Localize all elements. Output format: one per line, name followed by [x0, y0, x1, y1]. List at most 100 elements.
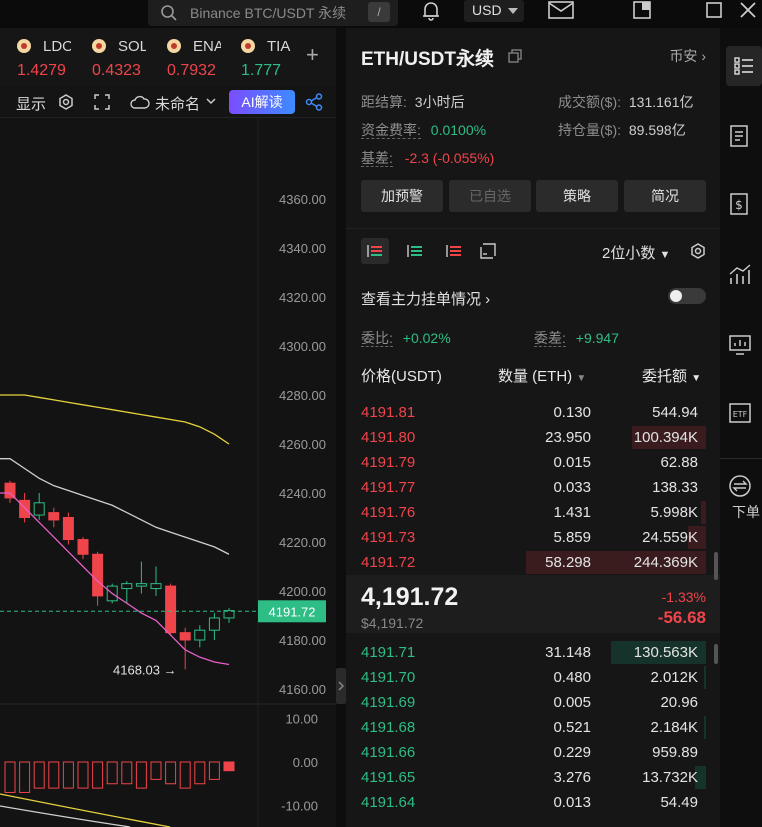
bid-qty: 0.013 — [553, 794, 591, 811]
ask-qty: 58.298 — [545, 554, 591, 571]
macd-bar — [106, 761, 118, 785]
bid-row[interactable]: 4191.69 0.005 20.96 — [346, 690, 706, 715]
view-both-button[interactable] — [361, 238, 389, 264]
low-price-annotation: 4168.03 → — [113, 662, 177, 677]
bid-row[interactable]: 4191.71 31.148 130.563K — [346, 640, 706, 665]
ask-total: 244.369K — [633, 554, 698, 571]
ask-row[interactable]: 4191.79 0.015 62.88 — [346, 450, 706, 475]
currency-value: USD — [472, 2, 502, 18]
macd-bar — [223, 761, 235, 772]
chevron-down-icon[interactable] — [206, 98, 216, 105]
funding-label[interactable]: 资金费率: — [361, 122, 421, 139]
ratio-value: +0.02% — [402, 330, 451, 346]
ask-row[interactable]: 4191.73 5.859 24.559K — [346, 525, 706, 550]
bid-row[interactable]: 4191.68 0.521 2.184K — [346, 715, 706, 740]
trend-chart-icon[interactable] — [728, 262, 752, 286]
layout-name[interactable]: 未命名 — [155, 93, 200, 114]
settings-icon[interactable] — [690, 243, 706, 259]
ask-row[interactable]: 4191.72 58.298 244.369K — [346, 550, 706, 575]
orderbook-bids-icon[interactable] — [407, 243, 423, 259]
svg-text:$: $ — [735, 198, 743, 212]
monitor-chart-icon[interactable] — [728, 334, 752, 356]
basis-value: -2.3 (-0.055%) — [404, 150, 495, 166]
bid-qty: 0.229 — [553, 744, 591, 761]
trades-icon[interactable] — [480, 243, 496, 259]
close-icon[interactable] — [740, 2, 756, 18]
depth-bar — [704, 716, 706, 739]
col-qty-header[interactable]: 数量 (ETH) ▼ — [498, 365, 586, 386]
col-total-header[interactable]: 委托额 ▼ — [642, 365, 701, 386]
main-orders-toggle[interactable] — [668, 288, 706, 304]
diff-label[interactable]: 委差: — [534, 330, 566, 347]
funding-info: 资金费率: 0.0100% — [361, 120, 486, 140]
bid-total: 20.96 — [660, 694, 698, 711]
place-order-label[interactable]: 下单 — [732, 502, 760, 522]
search-placeholder: Binance BTC/USDT 永续 — [190, 5, 347, 21]
overview-button[interactable]: 简况 — [624, 180, 706, 212]
bid-row[interactable]: 4191.64 0.013 54.49 — [346, 790, 706, 815]
maximize-icon[interactable] — [706, 2, 722, 18]
popout-icon[interactable] — [632, 0, 652, 20]
diff-info: 委差: +9.947 — [534, 328, 619, 348]
ratio-label[interactable]: 委比: — [361, 330, 393, 347]
collapse-handle[interactable] — [336, 668, 346, 704]
exchange-name: 币安 — [669, 48, 698, 64]
bid-row[interactable]: 4191.70 0.480 2.012K — [346, 665, 706, 690]
macd-bar — [179, 761, 191, 789]
add-alert-button[interactable]: 加预警 — [361, 180, 443, 212]
ask-row[interactable]: 4191.76 1.431 5.998K — [346, 500, 706, 525]
decimals-value: 2位小数 — [602, 245, 656, 262]
col-qty-label: 数量 (ETH) — [498, 368, 573, 385]
favorited-button[interactable]: 已自选 — [449, 180, 531, 212]
sidebar-item-orderbook[interactable] — [726, 46, 762, 86]
volume-info: 成交额($): 131.161亿 — [558, 92, 694, 112]
chart-canvas[interactable]: 4360.00 4340.00 4320.00 4300.00 4280.00 4260.… — [0, 118, 340, 827]
fullscreen-icon[interactable] — [94, 94, 110, 110]
copy-icon[interactable] — [508, 49, 522, 63]
ask-qty: 1.431 — [553, 504, 591, 521]
ask-row[interactable]: 4191.80 23.950 100.394K — [346, 425, 706, 450]
ask-price: 4191.73 — [361, 529, 416, 546]
price-chart[interactable]: 4360.00 4340.00 4320.00 4300.00 4280.00 4260.… — [0, 118, 340, 827]
strategy-button[interactable]: 策略 — [536, 180, 618, 212]
document-icon[interactable] — [728, 124, 750, 148]
bid-total: 54.49 — [660, 794, 698, 811]
ask-qty: 5.859 — [553, 529, 591, 546]
bid-row[interactable]: 4191.66 0.229 959.89 — [346, 740, 706, 765]
bid-total: 130.563K — [633, 644, 698, 661]
cloud-icon[interactable] — [130, 95, 150, 109]
basis-label[interactable]: 基差: — [361, 150, 393, 167]
display-button[interactable]: 显示 — [16, 93, 46, 114]
search-input[interactable]: Binance BTC/USDT 永续 / — [148, 0, 398, 26]
bell-icon[interactable] — [420, 0, 442, 22]
currency-select[interactable]: USD — [464, 0, 524, 22]
ai-analysis-button[interactable]: AI解读 — [229, 90, 295, 114]
swap-icon[interactable] — [728, 474, 752, 498]
add-ticker-button[interactable]: + — [306, 42, 319, 68]
bid-row[interactable]: 4191.65 3.276 13.732K — [346, 765, 706, 790]
main-orders-link[interactable]: 查看主力挂单情况 › — [361, 288, 490, 309]
panel-divider[interactable] — [336, 28, 346, 827]
right-sidebar: $ ETF 下单 — [720, 28, 762, 827]
ticker-price: 1.4279 — [17, 62, 66, 79]
search-shortcut: / — [368, 2, 390, 22]
share-icon[interactable] — [305, 93, 323, 111]
mail-icon[interactable] — [548, 0, 574, 20]
macd-bar — [194, 761, 206, 785]
ask-row[interactable]: 4191.77 0.033 138.33 — [346, 475, 706, 500]
candle-body — [77, 539, 89, 555]
candle-body — [150, 583, 162, 590]
ask-row[interactable]: 4191.81 0.130 544.94 — [346, 400, 706, 425]
orderbook-asks-icon[interactable] — [446, 243, 462, 259]
scrollbar[interactable] — [714, 644, 718, 664]
settlement-value: 3小时后 — [414, 94, 465, 110]
ask-price: 4191.77 — [361, 479, 416, 496]
basis-info: 基差: -2.3 (-0.055%) — [361, 148, 494, 168]
scrollbar[interactable] — [714, 552, 718, 580]
exchange-link[interactable]: 币安 › — [669, 46, 706, 66]
etf-icon[interactable]: ETF — [728, 402, 752, 424]
dollar-doc-icon[interactable]: $ — [728, 192, 750, 216]
decimals-select[interactable]: 2位小数 ▼ — [602, 242, 670, 263]
bid-qty: 3.276 — [553, 769, 591, 786]
settings-icon[interactable] — [58, 94, 74, 110]
